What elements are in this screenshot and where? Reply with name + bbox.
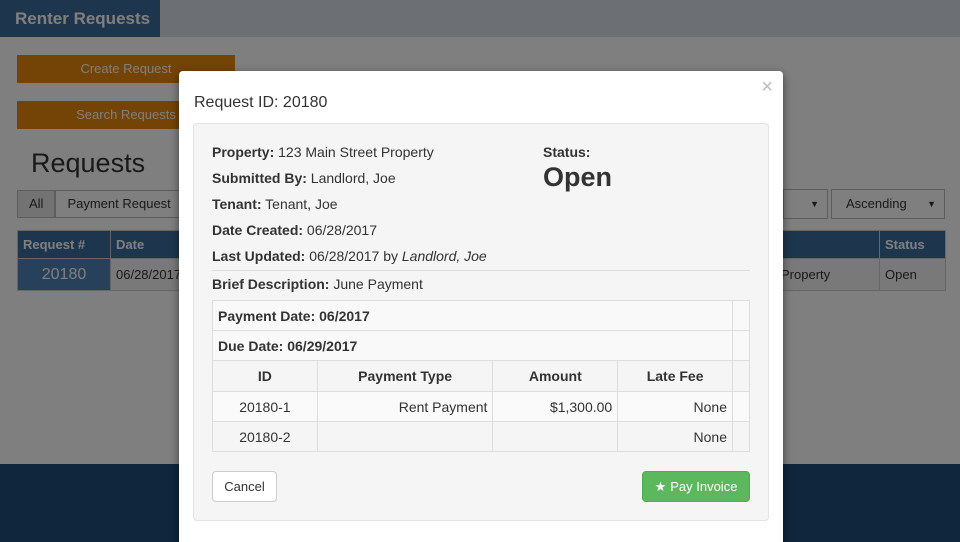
payment-id: 20180-2 — [212, 421, 318, 452]
payment-date: Payment Date: 06/2017 — [212, 300, 733, 331]
last-updated-value: 06/28/2017 by — [309, 248, 398, 264]
date-created-label: Date Created: — [212, 222, 304, 238]
table-row: 20180-1 Rent Payment $1,300.00 None — [212, 391, 751, 422]
date-created-line: Date Created: 06/28/2017 — [212, 222, 377, 238]
column-header-payment-type: Payment Type — [316, 360, 494, 392]
payment-table: Payment Date: 06/2017 Due Date: 06/29/20… — [212, 300, 751, 452]
last-updated-label: Last Updated: — [212, 248, 306, 264]
tenant-value: Tenant, Joe — [265, 196, 338, 212]
payment-amount — [492, 421, 619, 452]
column-header-amount: Amount — [492, 360, 619, 392]
request-modal: Request ID: 20180 × Property: 123 Main S… — [179, 71, 783, 542]
payment-type — [316, 421, 494, 452]
last-updated-line: Last Updated: 06/28/2017 by Landlord, Jo… — [212, 248, 487, 264]
property-label: Property: — [212, 144, 275, 160]
brief-description-line: Brief Description: June Payment — [212, 276, 423, 292]
last-updated-by: Landlord, Joe — [401, 248, 487, 264]
column-header-late-fee: Late Fee — [617, 360, 733, 392]
status-value: Open — [543, 162, 613, 192]
due-date: Due Date: 06/29/2017 — [212, 330, 733, 361]
request-details-panel: Property: 123 Main Street Property Submi… — [193, 123, 769, 521]
brief-description-label: Brief Description: — [212, 276, 330, 292]
submitted-by-value: Landlord, Joe — [310, 170, 396, 186]
close-icon[interactable]: × — [761, 77, 773, 97]
payment-late-fee: None — [617, 421, 733, 452]
pay-invoice-button[interactable]: ★ Pay Invoice — [642, 471, 750, 502]
column-header-id: ID — [212, 360, 318, 392]
brief-description-value: June Payment — [333, 276, 423, 292]
property-value: 123 Main Street Property — [278, 144, 434, 160]
cancel-button[interactable]: Cancel — [212, 471, 277, 502]
date-created-value: 06/28/2017 — [306, 222, 377, 238]
payment-type: Rent Payment — [316, 391, 494, 422]
divider — [212, 270, 750, 271]
payment-id: 20180-1 — [212, 391, 318, 422]
star-icon: ★ — [654, 479, 667, 494]
submitted-by-label: Submitted By: — [212, 170, 307, 186]
pay-invoice-label: Pay Invoice — [670, 479, 738, 494]
tenant-label: Tenant: — [212, 196, 262, 212]
status-label: Status: — [543, 144, 591, 160]
tenant-line: Tenant: Tenant, Joe — [212, 196, 338, 212]
property-line: Property: 123 Main Street Property — [212, 144, 434, 160]
modal-title: Request ID: 20180 — [194, 94, 328, 111]
table-row: 20180-2 None — [212, 421, 751, 452]
payment-amount: $1,300.00 — [492, 391, 619, 422]
payment-late-fee: None — [617, 391, 733, 422]
submitted-by-line: Submitted By: Landlord, Joe — [212, 170, 396, 186]
